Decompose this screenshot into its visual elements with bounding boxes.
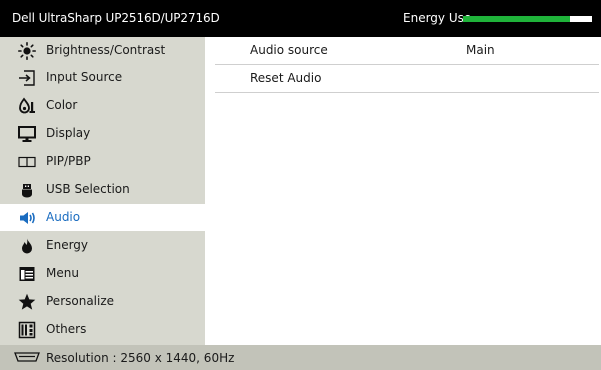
audio-source-row[interactable]: Audio source Main	[215, 37, 599, 65]
sun-icon	[17, 42, 37, 60]
usb-icon	[22, 184, 32, 198]
energy-use-meter	[463, 16, 592, 22]
color-icon	[19, 97, 35, 114]
title-bar: Dell UltraSharp UP2516D/UP2716D Energy U…	[0, 0, 601, 37]
submenu-panel: Audio source Main Reset Audio	[205, 37, 601, 345]
sidebar-item-others[interactable]: Others	[0, 316, 205, 343]
audio-source-label: Audio source	[250, 43, 328, 57]
sidebar-item-display[interactable]: Display	[0, 120, 205, 147]
energy-use-fill	[463, 16, 570, 22]
sidebar-item-brightness-contrast[interactable]: Brightness/Contrast	[0, 37, 205, 64]
monitor-icon	[18, 126, 36, 142]
menu-icon	[19, 267, 35, 281]
reset-audio-label: Reset Audio	[250, 71, 322, 85]
sidebar-item-label: Menu	[46, 266, 79, 280]
model-name: Dell UltraSharp UP2516D/UP2716D	[12, 11, 220, 25]
sidebar-item-label: Brightness/Contrast	[46, 43, 166, 57]
sidebar-item-usb-selection[interactable]: USB Selection	[0, 176, 205, 203]
sidebar-item-color[interactable]: Color	[0, 92, 205, 119]
flame-icon	[22, 238, 32, 254]
monitor-osd: Dell UltraSharp UP2516D/UP2716D Energy U…	[0, 0, 601, 370]
sidebar-item-label: Energy	[46, 238, 89, 252]
sidebar-item-label: Display	[46, 126, 91, 140]
sidebar-item-label: Audio	[46, 210, 81, 224]
pip-icon	[18, 156, 36, 168]
resolution-text: Resolution : 2560 x 1440, 60Hz	[46, 351, 235, 365]
star-icon	[18, 293, 36, 310]
energy-use-end	[570, 16, 592, 22]
reset-audio-row[interactable]: Reset Audio	[215, 65, 599, 93]
sidebar-item-label: Input Source	[46, 70, 123, 84]
input-icon	[19, 70, 35, 86]
sidebar-item-label: Personalize	[46, 294, 115, 308]
audio-source-value: Main	[466, 43, 495, 57]
sidebar-item-personalize[interactable]: Personalize	[0, 288, 205, 315]
connector-icon	[14, 352, 40, 362]
sidebar-item-energy[interactable]: Energy	[0, 232, 205, 259]
speaker-icon	[20, 212, 35, 224]
sidebar-item-label: Others	[46, 322, 87, 336]
status-bar: Resolution : 2560 x 1440, 60Hz	[0, 345, 601, 370]
sidebar-item-label: PIP/PBP	[46, 154, 91, 168]
sidebar-menu: Brightness/Contrast Input Source Color D…	[0, 37, 205, 345]
sidebar-item-label: Color	[46, 98, 78, 112]
sidebar-item-pip-pbp[interactable]: PIP/PBP	[0, 148, 205, 175]
others-icon	[18, 321, 36, 339]
sidebar-item-input-source[interactable]: Input Source	[0, 64, 205, 91]
sidebar-item-audio[interactable]: Audio	[0, 204, 205, 231]
energy-use-label: Energy Use	[403, 11, 472, 25]
sidebar-item-menu[interactable]: Menu	[0, 260, 205, 287]
sidebar-item-label: USB Selection	[46, 182, 130, 196]
